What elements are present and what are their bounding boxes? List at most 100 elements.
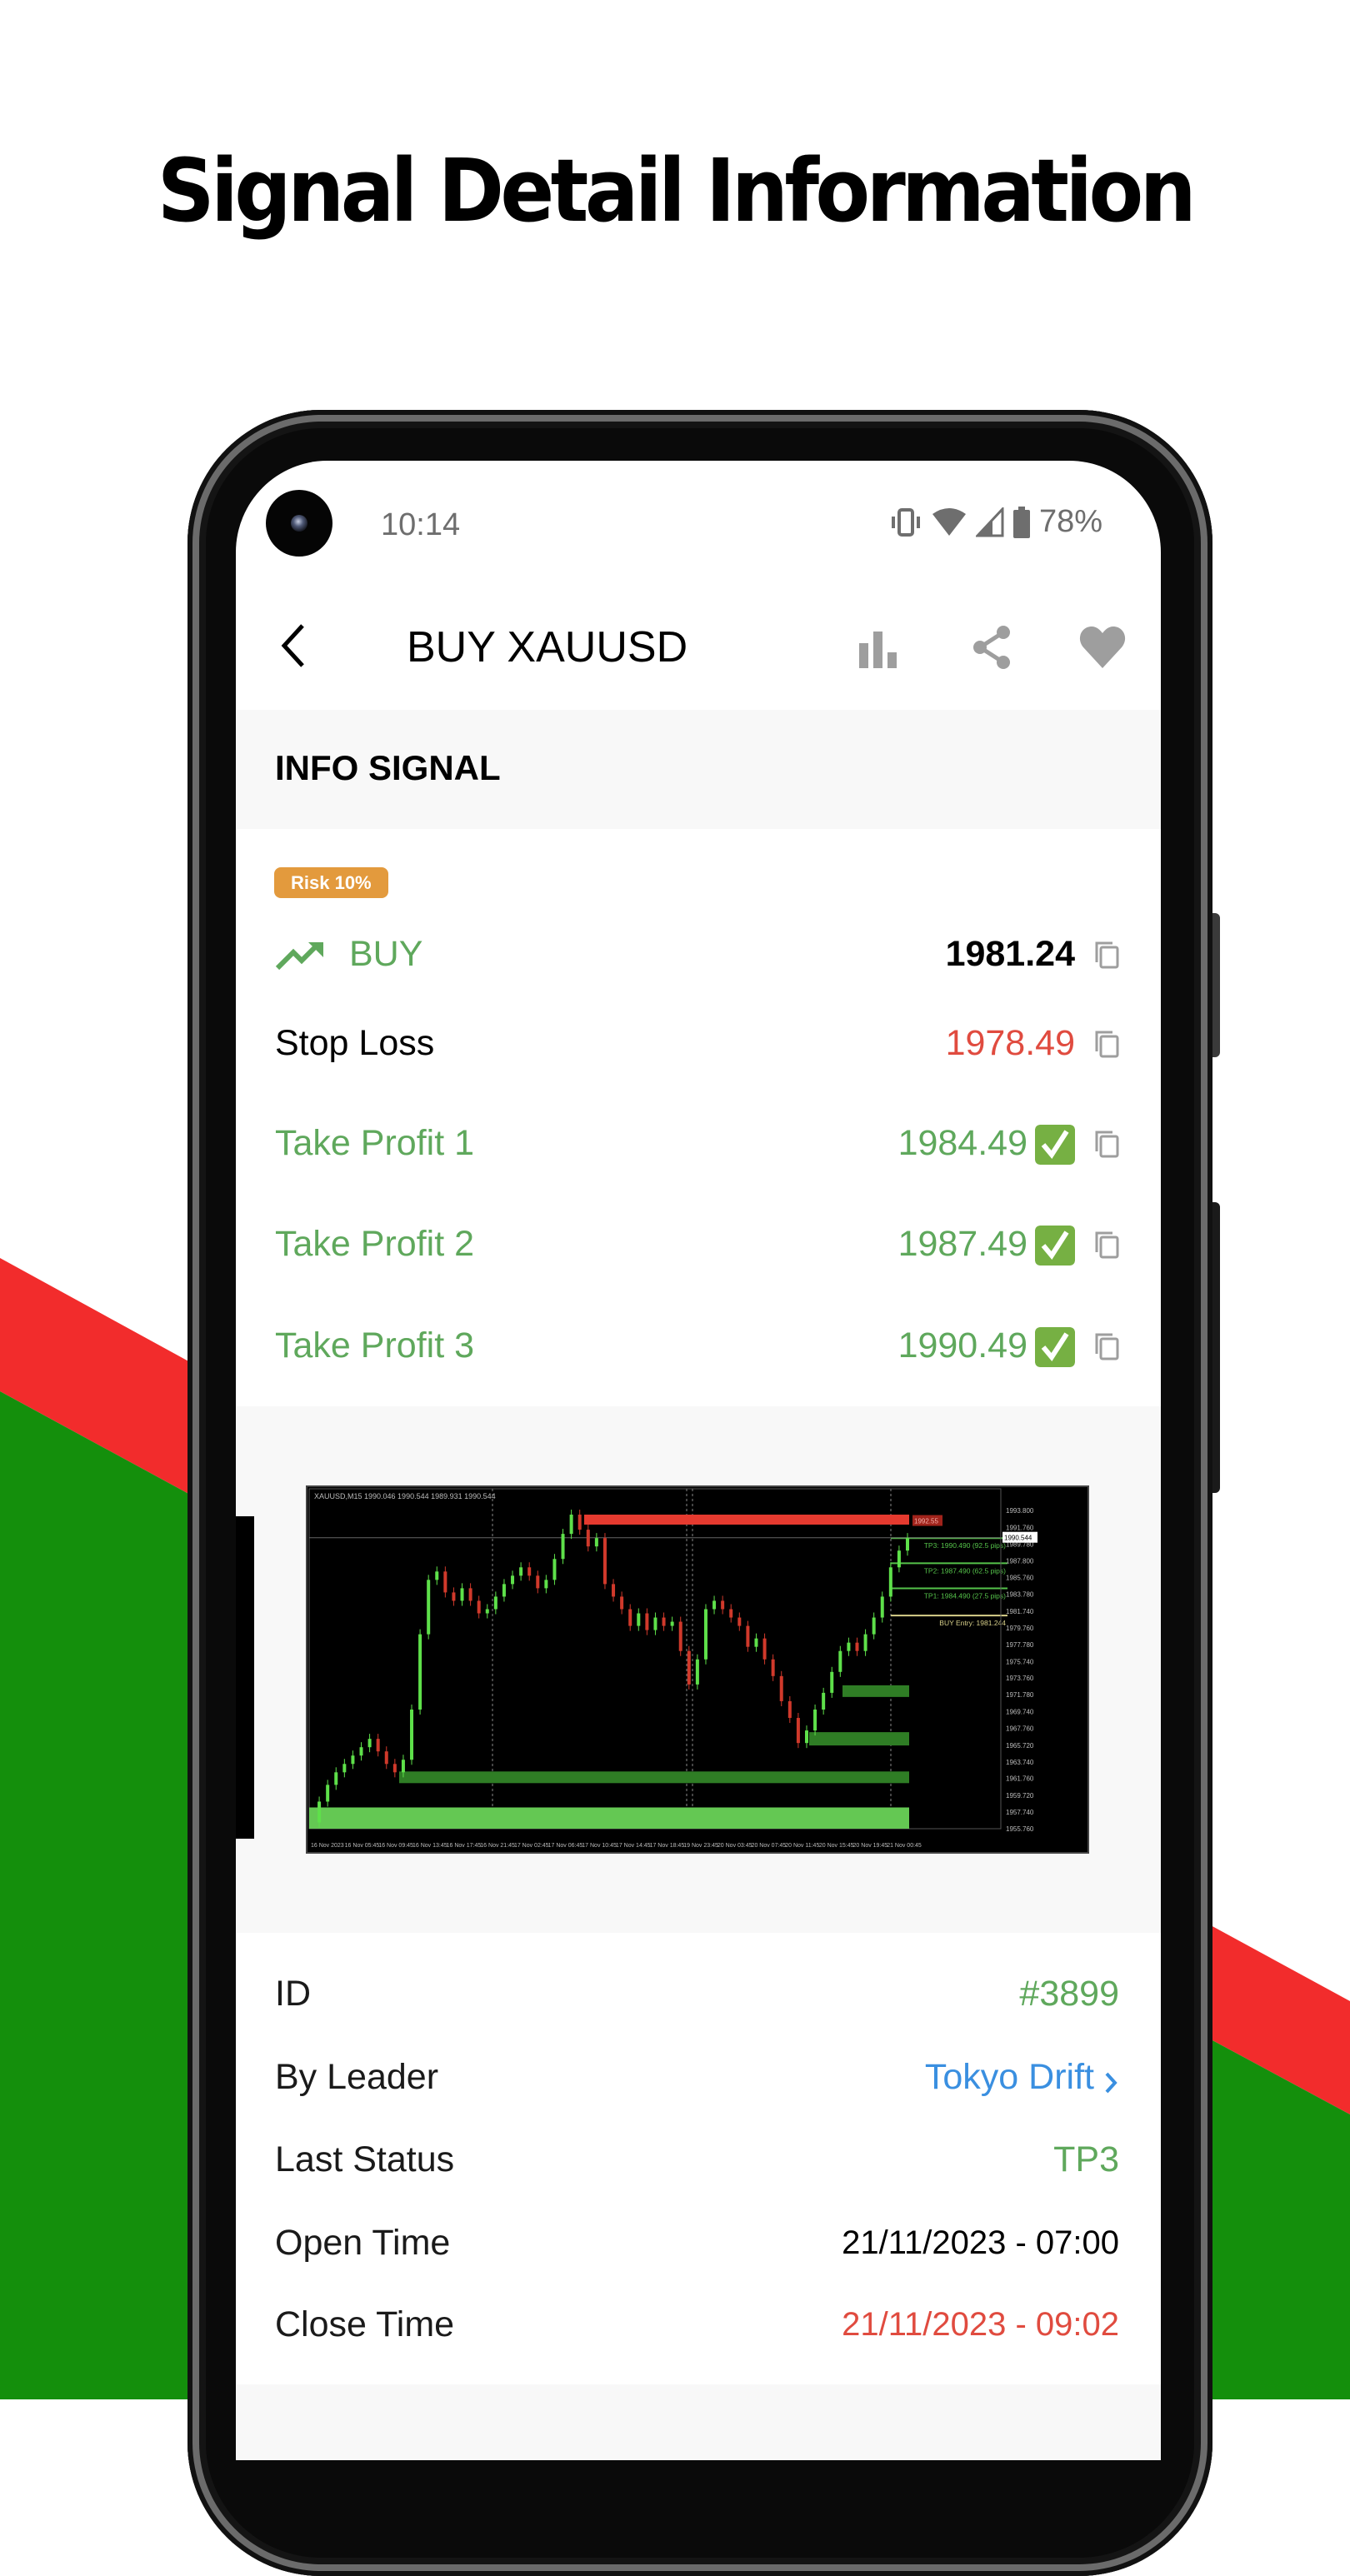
bottom-section [236,2384,1161,2460]
open-time-row: Open Time 21/11/2023 - 07:00 [236,2209,1161,2276]
candle-body [678,1621,682,1651]
candle-body [712,1600,717,1610]
y-tick-label: 1961.760 [1006,1775,1034,1783]
status-time: 10:14 [381,507,461,542]
y-tick-label: 1969.740 [1006,1709,1034,1716]
direction-row: BUY 1981.24 [236,921,1161,987]
candle-body [721,1600,725,1610]
id-row: ID #3899 [236,1960,1161,2027]
candle-body [612,1584,616,1597]
candle-body [342,1764,347,1773]
demand-zone [309,1807,909,1829]
take-profit-2-label: Take Profit 2 [275,1224,474,1264]
chevron-left-icon [281,624,304,667]
candle-body [569,1515,573,1535]
copy-icon[interactable] [1094,1332,1119,1360]
close-time-row: Close Time 21/11/2023 - 09:02 [236,2291,1161,2358]
candle-body [326,1785,330,1802]
candle-body [771,1659,775,1676]
x-tick-label: 17 Nov 02:45 [514,1843,549,1849]
current-price-label: 1990.544 [1004,1535,1032,1542]
x-tick-label: 20 Nov 07:45 [752,1843,787,1849]
x-tick-label: 17 Nov 06:45 [548,1843,583,1849]
stop-loss-row: Stop Loss 1978.49 [236,1010,1161,1076]
take-profit-3-value: 1990.49 [898,1325,1028,1365]
battery-percentage: 78% [1038,504,1102,539]
back-button[interactable] [269,621,319,671]
chart-screenshot[interactable]: XAUUSD,M15 1990.046 1990.544 1989.931 19… [306,1485,1089,1854]
candle-body [838,1650,842,1672]
take-profit-2-row: Take Profit 2 1987.49 [236,1211,1161,1277]
candle-body [561,1534,565,1560]
candle-body [511,1575,515,1585]
open-time-label: Open Time [275,2223,451,2263]
candle-body [602,1538,607,1585]
section-title: INFO SIGNAL [275,748,501,787]
last-status-row: Last Status TP3 [236,2126,1161,2193]
candle-body [468,1588,472,1601]
x-tick-label: 16 Nov 17:45 [447,1843,482,1849]
take-profit-1-value: 1984.49 [898,1123,1028,1163]
candle-body [738,1617,742,1626]
take-profit-1-label: Take Profit 1 [275,1123,474,1163]
favorite-button[interactable] [1078,622,1128,672]
y-tick-label: 1983.780 [1006,1591,1034,1599]
vibrate-icon [891,507,920,537]
y-tick-label: 1975.740 [1006,1658,1034,1665]
candle-body [519,1567,523,1576]
page-title: BUY XAUUSD [407,623,688,671]
candle-body [779,1675,783,1701]
front-camera [266,490,332,557]
volume-button [1212,1202,1220,1493]
share-button[interactable] [967,622,1017,672]
y-tick-label: 1959.720 [1006,1792,1034,1800]
y-tick-label: 1991.760 [1006,1524,1034,1531]
support-zone-3 [842,1685,909,1697]
x-tick-label: 16 Nov 2023 [311,1843,344,1849]
check-mark-icon [1035,1125,1075,1165]
heart-icon [1079,627,1126,668]
candle-body [485,1609,489,1614]
chevron-right-icon [1105,2072,1118,2094]
x-tick-label: 20 Nov 11:45 [785,1843,819,1849]
x-tick-label: 17 Nov 14:45 [616,1843,651,1849]
leader-link[interactable]: Tokyo Drift [925,2057,1094,2098]
leader-row[interactable]: By Leader Tokyo Drift [236,2044,1161,2110]
support-zone-2 [809,1732,909,1746]
y-tick-label: 1973.760 [1006,1675,1034,1682]
candle-body [493,1596,498,1610]
x-tick-label: 16 Nov 13:45 [412,1843,448,1849]
candle-body [318,1801,322,1823]
candle-body [594,1538,598,1547]
candle-body [847,1642,851,1651]
candle-body [863,1634,868,1651]
candle-body [410,1710,414,1760]
x-tick-label: 17 Nov 18:45 [650,1843,685,1849]
id-value: #3899 [1019,1974,1119,2014]
y-tick-label: 1987.800 [1006,1557,1034,1565]
copy-icon[interactable] [1094,941,1119,969]
copy-icon[interactable] [1094,1130,1119,1158]
candle-body [536,1575,540,1589]
y-tick-label: 1963.740 [1006,1759,1034,1766]
y-tick-label: 1965.720 [1006,1742,1034,1750]
candle-body [703,1609,708,1660]
resistance-zone [584,1515,909,1525]
leader-label: By Leader [275,2057,439,2097]
candle-body [670,1621,674,1626]
candle-body [392,1764,397,1773]
candle-body [855,1642,859,1651]
chart-button[interactable] [851,622,901,672]
open-time-value: 21/11/2023 - 07:00 [842,2224,1119,2261]
candle-body [477,1600,481,1614]
x-tick-label: 19 Nov 23:45 [683,1843,718,1849]
copy-icon[interactable] [1094,1231,1119,1259]
y-tick-label: 1967.760 [1006,1725,1034,1732]
copy-icon[interactable] [1094,1030,1119,1058]
support-zone [399,1771,909,1784]
resistance-label: 1992.55 [914,1518,938,1525]
candle-body [796,1718,800,1744]
close-time-label: Close Time [275,2304,455,2344]
camera-lens [291,515,308,532]
x-tick-label: 20 Nov 03:45 [718,1843,752,1849]
